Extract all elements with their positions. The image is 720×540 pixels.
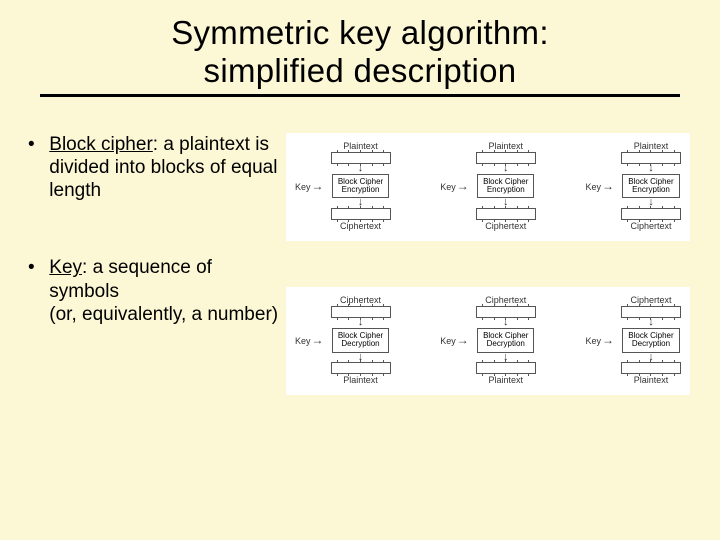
block-bar [331,362,391,374]
bullet-term: Block cipher [49,134,153,155]
decryption-panel: Key→ Ciphertext ↓ Block Cipher Decryptio… [286,287,690,395]
cipher-box: Block Cipher Encryption [332,174,389,199]
bullet-text: Key: a sequence of symbols (or, equivale… [49,256,279,326]
arrow-right-icon: → [602,179,614,193]
ciphertext-label: Ciphertext [630,221,671,231]
arrow-down-icon: ↓ [358,319,364,327]
key-label: Key [295,336,311,346]
bullet-icon: • [28,133,44,156]
block-bar [331,152,391,164]
cipher-box: Block Cipher Encryption [477,174,534,199]
bullet-rest: : a sequence of symbols (or, equivalentl… [49,257,278,324]
block-bar [331,306,391,318]
key-label: Key [440,336,456,346]
arrow-down-icon: ↓ [503,319,509,327]
key-input: Key→ [585,331,615,349]
list-item: • Block cipher: a plaintext is divided i… [28,133,286,203]
key-input: Key→ [585,177,615,195]
cipher-column: Plaintext ↓ Block Cipher Encryption ↓ Ci… [476,140,536,232]
diagram-area: Key→ Plaintext ↓ Block Cipher Encryption… [286,133,720,395]
block-bar [621,152,681,164]
slide-title: Symmetric key algorithm: simplified desc… [171,14,549,90]
block-bar [331,208,391,220]
arrow-down-icon: ↓ [503,165,509,173]
block-bar [476,208,536,220]
block-bar [476,152,536,164]
plaintext-label: Plaintext [343,375,378,385]
content-area: • Block cipher: a plaintext is divided i… [0,97,720,395]
key-label: Key [295,182,311,192]
plaintext-label: Plaintext [488,375,523,385]
ciphertext-label: Ciphertext [340,221,381,231]
encryption-panel: Key→ Plaintext ↓ Block Cipher Encryption… [286,133,690,241]
block-bar [476,306,536,318]
key-label: Key [440,182,456,192]
title-line-1: Symmetric key algorithm: [171,14,549,51]
block-bar [621,306,681,318]
cipher-box: Block Cipher Decryption [477,328,534,353]
list-item: • Key: a sequence of symbols (or, equiva… [28,256,286,326]
plaintext-label: Plaintext [634,375,669,385]
diagram-unit: Key→ Ciphertext ↓ Block Cipher Decryptio… [295,294,391,386]
arrow-right-icon: → [457,179,469,193]
diagram-unit: Key→ Plaintext ↓ Block Cipher Encryption… [585,140,681,232]
bullet-term: Key [49,257,82,278]
cipher-box: Block Cipher Decryption [622,328,679,353]
title-block: Symmetric key algorithm: simplified desc… [0,0,720,90]
bullet-icon: • [28,256,44,279]
block-bar [621,208,681,220]
bullet-list: • Block cipher: a plaintext is divided i… [28,133,286,395]
key-input: Key→ [440,177,470,195]
block-bar [621,362,681,374]
cipher-column: Plaintext ↓ Block Cipher Encryption ↓ Ci… [621,140,681,232]
cipher-column: Ciphertext ↓ Block Cipher Decryption ↓ P… [621,294,681,386]
arrow-right-icon: → [602,333,614,347]
arrow-down-icon: ↓ [648,165,654,173]
key-input: Key→ [295,331,325,349]
key-input: Key→ [295,177,325,195]
key-label: Key [585,336,601,346]
cipher-column: Ciphertext ↓ Block Cipher Decryption ↓ P… [476,294,536,386]
diagram-unit: Key→ Ciphertext ↓ Block Cipher Decryptio… [440,294,536,386]
cipher-box: Block Cipher Encryption [622,174,679,199]
ciphertext-label: Ciphertext [485,221,526,231]
diagram-unit: Key→ Plaintext ↓ Block Cipher Encryption… [440,140,536,232]
diagram-unit: Key→ Plaintext ↓ Block Cipher Encryption… [295,140,391,232]
cipher-column: Plaintext ↓ Block Cipher Encryption ↓ Ci… [331,140,391,232]
arrow-right-icon: → [312,333,324,347]
block-bar [476,362,536,374]
arrow-down-icon: ↓ [358,165,364,173]
cipher-column: Ciphertext ↓ Block Cipher Decryption ↓ P… [331,294,391,386]
cipher-box: Block Cipher Decryption [332,328,389,353]
key-label: Key [585,182,601,192]
key-input: Key→ [440,331,470,349]
diagram-unit: Key→ Ciphertext ↓ Block Cipher Decryptio… [585,294,681,386]
arrow-down-icon: ↓ [648,319,654,327]
title-line-2: simplified description [204,52,517,89]
arrow-right-icon: → [457,333,469,347]
bullet-text: Block cipher: a plaintext is divided int… [49,133,279,203]
arrow-right-icon: → [312,179,324,193]
